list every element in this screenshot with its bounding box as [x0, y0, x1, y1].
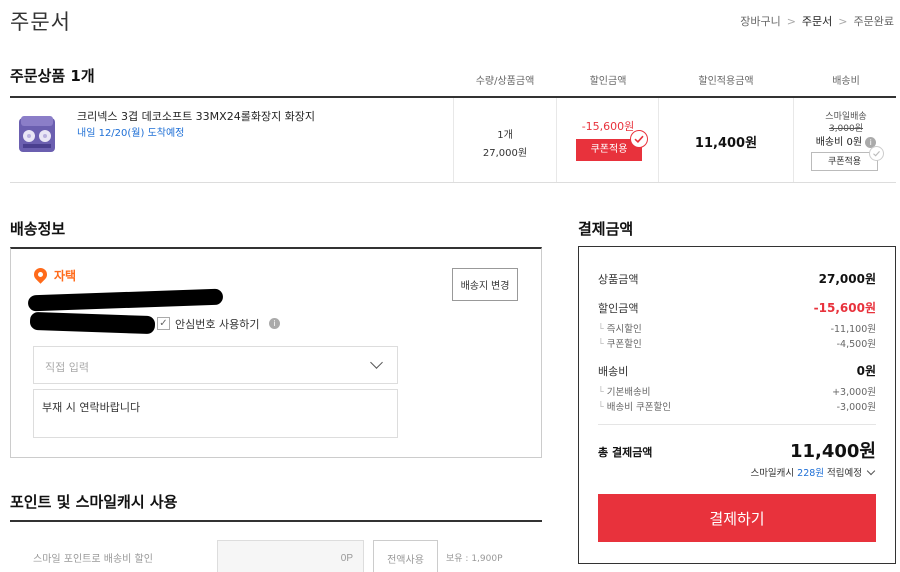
breadcrumb: 장바구니 > 주문서 > 주문완료: [740, 13, 894, 29]
discount-label: 할인금액: [598, 302, 639, 315]
col-head-discount: 할인금액: [589, 76, 627, 87]
item-quantity: 1개: [497, 130, 513, 141]
col-head-final-price: 할인적용금액: [698, 76, 754, 87]
change-address-button[interactable]: 배송지 변경: [452, 268, 518, 301]
product-name[interactable]: 크리넥스 3겹 데코소프트 33MX24롤화장지 화장지: [77, 108, 315, 124]
delivery-memo-input[interactable]: 부재 시 연락바랍니다: [33, 389, 398, 438]
smile-cash-prefix: 스마일캐시: [750, 468, 795, 479]
column-divider: [453, 98, 454, 182]
base-shipping-value: +3,000원: [832, 387, 876, 398]
shipping-fee: 배송비 0원: [815, 137, 863, 148]
breadcrumb-complete: 주문완료: [853, 15, 894, 28]
chevron-down-icon: [866, 466, 876, 475]
coupon-discount-label: 쿠폰할인: [598, 336, 642, 350]
item-final-price: 11,400원: [694, 136, 758, 151]
col-head-shipping: 배송비: [832, 76, 860, 87]
smile-point-input[interactable]: [217, 540, 364, 572]
shipping-coupon-check-icon: [869, 146, 884, 161]
product-amount-label: 상품금액: [598, 273, 639, 286]
shipping-label: 배송비: [598, 365, 629, 378]
smile-cash-suffix: 적립예정: [827, 468, 862, 479]
smile-point-label: 스마일 포인트로 배송비 할인: [33, 554, 153, 565]
column-divider: [658, 98, 659, 182]
breadcrumb-separator: >: [786, 14, 796, 28]
payment-title: 결제금액: [578, 220, 634, 238]
instant-discount-row: 즉시할인 -11,100원: [598, 321, 876, 335]
coupon-applied-check-icon: [630, 130, 648, 148]
instant-discount-value: -11,100원: [830, 324, 876, 335]
instant-discount-label: 즉시할인: [598, 321, 642, 335]
breadcrumb-cart[interactable]: 장바구니: [740, 13, 780, 29]
item-price: 27,000원: [482, 148, 528, 159]
shipping-coupon-value: -3,000원: [836, 402, 876, 413]
col-head-qty-price: 수량/상품금액: [475, 76, 535, 87]
points-holding: 보유 : 1,900P: [446, 554, 503, 564]
product-amount-value: 27,000원: [818, 272, 876, 286]
total-label: 총 결제금액: [598, 446, 653, 459]
column-divider: [793, 98, 794, 182]
safe-number-checkbox[interactable]: ✓: [157, 317, 170, 330]
smile-cash-amount: 228원: [797, 468, 825, 479]
info-icon[interactable]: i: [269, 318, 280, 329]
shipping-row: 배송비 0원: [598, 362, 876, 379]
shipping-fee-wrap: 배송비 0원 i: [796, 133, 896, 148]
points-title: 포인트 및 스마일캐시 사용: [10, 493, 178, 511]
breadcrumb-order-sheet: 주문서: [801, 15, 833, 28]
shipping-coupon-button[interactable]: 쿠폰적용: [811, 152, 878, 171]
product-amount-row: 상품금액 27,000원: [598, 270, 876, 287]
breadcrumb-separator: >: [838, 14, 848, 28]
coupon-discount-value: -4,500원: [836, 339, 876, 350]
address-label: 자택: [54, 269, 77, 283]
discount-row: 할인금액 -15,600원: [598, 299, 876, 316]
product-thumbnail[interactable]: [17, 112, 57, 154]
safe-number-label: 안심번호 사용하기: [175, 318, 260, 331]
delivery-estimate: 내일 12/20(월) 도착예정: [77, 128, 185, 139]
page-title: 주문서: [10, 10, 71, 34]
pay-button[interactable]: 결제하기: [598, 494, 876, 542]
shipping-coupon-label: 배송비 쿠폰할인: [598, 399, 671, 413]
smile-cash-accrual[interactable]: 스마일캐시 228원 적립예정: [750, 465, 876, 479]
use-all-points-button[interactable]: 전액사용: [373, 540, 438, 572]
total-value: 11,400원: [789, 441, 876, 462]
base-shipping-label: 기본배송비: [598, 384, 651, 398]
shipping-info-title: 배송정보: [10, 220, 66, 238]
discount-value: -15,600원: [813, 301, 876, 315]
column-divider: [556, 98, 557, 182]
order-items-title: 주문상품 1개: [10, 67, 95, 85]
payment-divider: [598, 424, 876, 425]
shipping-value: 0원: [856, 364, 876, 378]
coupon-discount-row: 쿠폰할인 -4,500원: [598, 336, 876, 350]
delivery-memo-placeholder: 직접 입력: [45, 361, 89, 374]
table-bottom-border: [10, 182, 896, 183]
base-shipping-row: 기본배송비 +3,000원: [598, 384, 876, 398]
shipping-coupon-row: 배송비 쿠폰할인 -3,000원: [598, 399, 876, 413]
